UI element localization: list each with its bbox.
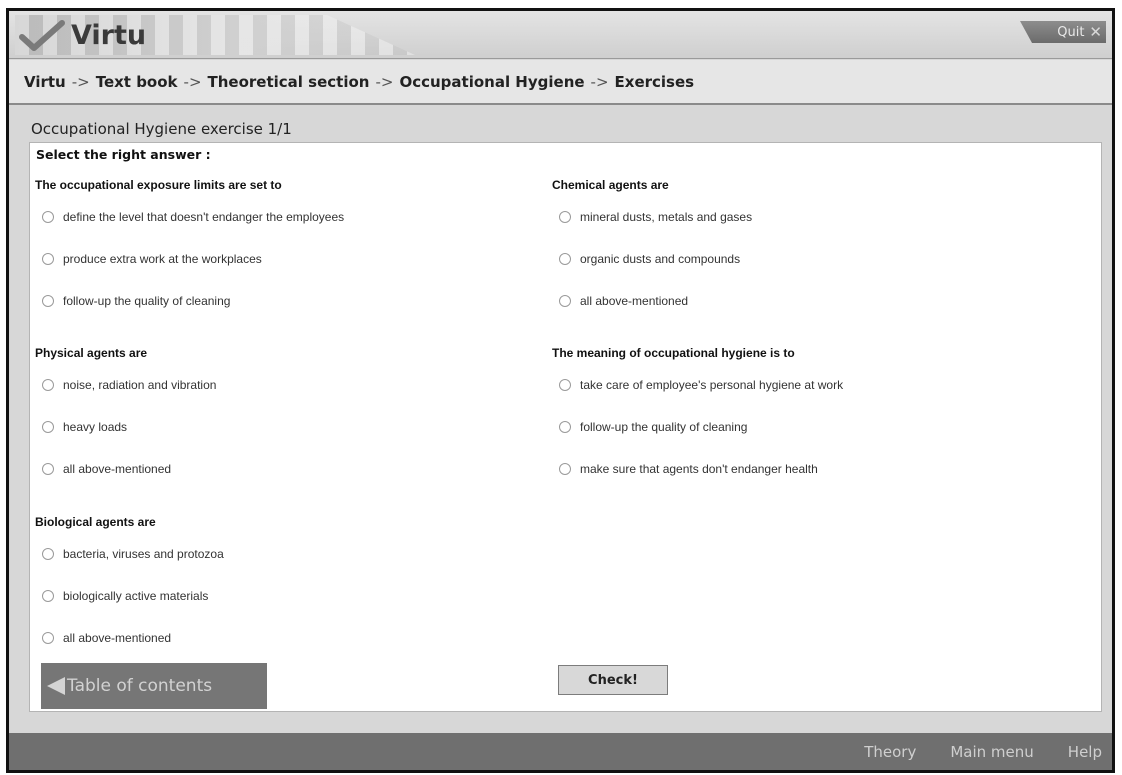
breadcrumb-item-current: Exercises	[614, 72, 695, 91]
question-title: Chemical agents are	[552, 178, 669, 192]
breadcrumb-separator: ->	[183, 72, 202, 91]
check-button[interactable]: Check!	[558, 665, 668, 695]
answer-option[interactable]: define the level that doesn't endanger t…	[35, 196, 525, 238]
radio-button[interactable]	[42, 211, 54, 223]
answer-label[interactable]: bacteria, viruses and protozoa	[63, 547, 224, 561]
back-arrow-icon	[47, 677, 65, 695]
breadcrumb-item[interactable]: Occupational Hygiene	[399, 73, 584, 91]
answer-option[interactable]: make sure that agents don't endanger hea…	[552, 448, 1072, 490]
question-occupational-hygiene-meaning: The meaning of occupational hygiene is t…	[552, 343, 1072, 490]
radio-button[interactable]	[42, 590, 54, 602]
app-name: Virtu	[71, 20, 147, 51]
question-title: The meaning of occupational hygiene is t…	[552, 346, 795, 360]
question-chemical-agents: Chemical agents are mineral dusts, metal…	[552, 175, 1072, 322]
app-window: Virtu Quit ✕ Virtu -> Text book -> Theor…	[6, 8, 1115, 773]
radio-button[interactable]	[559, 211, 571, 223]
answer-option[interactable]: biologically active materials	[35, 575, 525, 617]
radio-button[interactable]	[559, 421, 571, 433]
logo: Virtu	[15, 15, 415, 55]
answer-label[interactable]: follow-up the quality of cleaning	[63, 294, 230, 308]
answer-option[interactable]: follow-up the quality of cleaning	[35, 280, 525, 322]
question-title: Physical agents are	[35, 346, 148, 360]
radio-button[interactable]	[559, 463, 571, 475]
question-exposure-limits: The occupational exposure limits are set…	[35, 175, 525, 322]
answer-option[interactable]: mineral dusts, metals and gases	[552, 196, 1072, 238]
answer-label[interactable]: biologically active materials	[63, 589, 208, 603]
checkmark-icon	[19, 20, 65, 51]
answer-label[interactable]: noise, radiation and vibration	[63, 378, 216, 392]
question-biological-agents: Biological agents are bacteria, viruses …	[35, 512, 525, 659]
answer-label[interactable]: all above-mentioned	[63, 462, 171, 476]
answer-label[interactable]: mineral dusts, metals and gases	[580, 210, 752, 224]
breadcrumb-separator: ->	[590, 72, 609, 91]
answer-label[interactable]: all above-mentioned	[63, 631, 171, 645]
answer-option[interactable]: organic dusts and compounds	[552, 238, 1072, 280]
header: Virtu Quit ✕	[9, 11, 1112, 59]
answer-label[interactable]: follow-up the quality of cleaning	[580, 420, 747, 434]
answer-option[interactable]: all above-mentioned	[35, 448, 525, 490]
page-title: Occupational Hygiene exercise 1/1	[31, 120, 292, 138]
answer-label[interactable]: make sure that agents don't endanger hea…	[580, 462, 818, 476]
radio-button[interactable]	[559, 379, 571, 391]
answer-option[interactable]: all above-mentioned	[35, 617, 525, 659]
answer-option[interactable]: bacteria, viruses and protozoa	[35, 533, 525, 575]
breadcrumb-item[interactable]: Theoretical section	[208, 73, 370, 91]
breadcrumb-separator: ->	[375, 72, 394, 91]
answer-label[interactable]: all above-mentioned	[580, 294, 688, 308]
breadcrumb-separator: ->	[71, 72, 90, 91]
breadcrumb: Virtu -> Text book -> Theoretical sectio…	[9, 60, 1112, 105]
footer-nav: Theory Main menu Help	[9, 733, 1112, 770]
quit-label: Quit	[1057, 24, 1085, 40]
radio-button[interactable]	[559, 253, 571, 265]
instruction-text: Select the right answer :	[36, 147, 211, 162]
table-of-contents-label: Table of contents	[67, 676, 213, 696]
table-of-contents-button[interactable]: Table of contents	[41, 663, 267, 709]
exercise-panel: Select the right answer : The occupation…	[29, 142, 1102, 712]
question-physical-agents: Physical agents are noise, radiation and…	[35, 343, 525, 490]
radio-button[interactable]	[42, 295, 54, 307]
question-title: The occupational exposure limits are set…	[35, 178, 282, 192]
quit-button[interactable]: Quit ✕	[1020, 21, 1106, 43]
answer-option[interactable]: heavy loads	[35, 406, 525, 448]
answer-label[interactable]: produce extra work at the workplaces	[63, 252, 262, 266]
answer-label[interactable]: organic dusts and compounds	[580, 252, 740, 266]
radio-button[interactable]	[559, 295, 571, 307]
answer-label[interactable]: heavy loads	[63, 420, 127, 434]
footer-link-help[interactable]: Help	[1068, 743, 1102, 761]
answer-option[interactable]: take care of employee's personal hygiene…	[552, 364, 1072, 406]
radio-button[interactable]	[42, 463, 54, 475]
answer-option[interactable]: follow-up the quality of cleaning	[552, 406, 1072, 448]
answer-option[interactable]: all above-mentioned	[552, 280, 1072, 322]
answer-label[interactable]: take care of employee's personal hygiene…	[580, 378, 843, 392]
answer-label[interactable]: define the level that doesn't endanger t…	[63, 210, 344, 224]
answer-option[interactable]: produce extra work at the workplaces	[35, 238, 525, 280]
radio-button[interactable]	[42, 632, 54, 644]
question-title: Biological agents are	[35, 515, 156, 529]
breadcrumb-item[interactable]: Text book	[96, 73, 178, 91]
radio-button[interactable]	[42, 253, 54, 265]
radio-button[interactable]	[42, 379, 54, 391]
radio-button[interactable]	[42, 548, 54, 560]
footer-link-theory[interactable]: Theory	[864, 743, 916, 761]
answer-option[interactable]: noise, radiation and vibration	[35, 364, 525, 406]
radio-button[interactable]	[42, 421, 54, 433]
close-icon: ✕	[1089, 23, 1102, 41]
footer-link-main-menu[interactable]: Main menu	[950, 743, 1033, 761]
breadcrumb-item[interactable]: Virtu	[24, 73, 66, 91]
